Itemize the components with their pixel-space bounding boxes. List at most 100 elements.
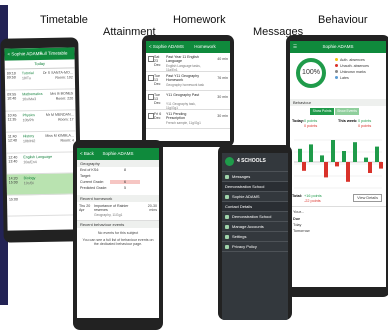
lesson-teacher: Dr S SANTA-MO... [42, 70, 73, 75]
homework-subtitle: Geography homework task [166, 83, 205, 87]
total-negative: -22 points [304, 199, 321, 203]
negative-bar [379, 162, 383, 169]
menu-item[interactable]: Settings [222, 232, 288, 242]
grade-label: End of KS4: [80, 168, 100, 172]
homework-item[interactable]: Sat 23 Dec Past Year 11 English Language E… [146, 53, 230, 72]
homework-subtitle: Y11 Geography task, 11g/Gg1 [166, 102, 196, 110]
positive-bar [331, 140, 335, 162]
attendance-ring: 100% [296, 58, 326, 88]
lesson-time: 09:10 09:50 [6, 71, 16, 80]
positive-bar [375, 146, 379, 162]
lesson-time: 12:40 13:40 [8, 155, 18, 164]
homework-title: Y11 Pending Prescription [166, 112, 187, 120]
lesson-time: 11:40 12:40 [7, 134, 18, 143]
behaviour-title: Sophie ADAMS [322, 44, 354, 49]
lesson-code: 10x/Ma3 [22, 97, 37, 102]
recent-behaviour-title: Recent behaviour events [77, 221, 159, 228]
lesson-time: 15:00 [8, 197, 19, 202]
menu-item-label: Sophie ADAMS [232, 194, 260, 199]
timetable-row[interactable]: 14:20 15:00 Biology 10c/Bi [6, 173, 77, 196]
homework-title: Past Y11 Geography Homework [166, 74, 200, 82]
homework-title: Importance of Rainier reserves [94, 204, 129, 212]
recent-homework-title: Recent homework [77, 195, 159, 202]
tab-show-points[interactable]: Show Points [310, 108, 334, 115]
homework-list: Sat 23 Dec Past Year 11 English Language E… [146, 53, 230, 129]
schools-logo-icon [225, 157, 234, 166]
homework-date: Fri 6 Dec [154, 112, 162, 120]
behaviour-note: You can see a full list of behaviour eve… [82, 238, 154, 246]
today-positive: 0 points [304, 119, 318, 123]
grade-row: Predicted Grade: 5 [80, 186, 156, 192]
menu-section-header: Contact Details [222, 202, 288, 212]
timetable-row[interactable]: 11:40 12:40 History 10b/Hi2 Miss M KIMBLA..… [5, 131, 77, 154]
lesson-subject: Tutorial [21, 71, 34, 76]
menu-item-icon [225, 215, 229, 219]
homework-row[interactable]: Thu 20 Apr Importance of Rainier reserve… [77, 202, 159, 221]
behaviour-tabs: Show Points Show Events [290, 106, 386, 118]
positive-bar [298, 148, 302, 162]
timetable-row[interactable]: 10:45 11:35 Physics 10b/Ph Mr M MENDAN... Ro… [5, 110, 76, 133]
grade-label: Target: [80, 174, 91, 178]
timetable-phone: < Sophie ADAMS Full Timetable Today 09:1… [0, 37, 82, 243]
menu-item-label: Privacy Policy [232, 244, 257, 249]
your-section: Your... [290, 206, 386, 216]
attendance-panel: 100% Auth. absences Unauth. absences Unkno… [290, 53, 386, 99]
menu-item-label: Messages [232, 174, 251, 179]
homework-date: Tue 13 Dec [154, 93, 161, 105]
homework-item[interactable]: Fri 6 Dec Y11 Pending Prescription French … [146, 110, 230, 129]
timetable-row[interactable]: 09:55 10:40 Mathematics 10x/Ma3 Mrs B BONES… [5, 89, 76, 112]
lesson-code: 10b/Ph [22, 118, 35, 123]
total-row: Total: +16 points -22 points View Detail… [290, 192, 386, 206]
timetable-row[interactable]: 12:40 13:40 English Language 10a/En4 [6, 152, 77, 175]
lesson-teacher: Mr M MENDAN... [45, 112, 74, 117]
menu-item-label: Manage Accounts [232, 224, 264, 229]
homework-item[interactable]: Tue 13 Dec Y11 Geography Past Y11 Geograph… [146, 91, 230, 110]
timetable-header: < Sophie ADAMS Full Timetable [4, 47, 75, 61]
timetable-row[interactable]: 09:10 09:50 Tutorial 10/Tu Dr S SANTA-MO...… [4, 68, 76, 91]
day-label: Today [34, 60, 46, 67]
attendance-legend: Auth. absences Unauth. absences Unknown ma… [335, 57, 369, 81]
view-details-button[interactable]: View Details [353, 194, 382, 202]
lesson-code: 10/Tu [21, 76, 32, 81]
tomorrow-due: Tomorrow [293, 229, 310, 233]
tab-show-events[interactable]: Show Events [335, 108, 359, 115]
behaviour-chart [294, 139, 383, 189]
homework-title: Homework [194, 44, 216, 49]
homework-duration: 76 min [217, 76, 228, 80]
timetable-title: Full Timetable [39, 50, 68, 57]
legend-label: Auth. absences [340, 58, 365, 62]
homework-date: Sat 23 Dec [154, 55, 161, 67]
menu-item[interactable]: Privacy Policy [222, 242, 288, 252]
legend-swatch [335, 70, 338, 73]
subject-title: Geography [77, 160, 159, 167]
menu-item-icon [225, 195, 229, 199]
grade-table: End of KS4: 8 Target: Current Grade: 6 Predic… [77, 167, 159, 193]
positive-bar [309, 144, 313, 162]
behaviour-section-title: Behaviour [290, 99, 386, 106]
behaviour-header: ☰ Sophie ADAMS [290, 41, 386, 53]
positive-bar [342, 151, 346, 162]
lesson-room: Room: 102 [55, 75, 73, 80]
lesson-subject: English Language [23, 154, 53, 160]
lesson-room: Room: 220 [55, 96, 74, 101]
menu-item[interactable]: Messages [222, 172, 288, 182]
lesson-subject: Mathematics [22, 91, 43, 97]
back-button[interactable]: < Sophie ADAMS [149, 41, 184, 53]
lesson-teacher: Miss M KIMBLA... [45, 133, 74, 138]
homework-title: Past Year 11 English Language [166, 55, 199, 63]
menu-item[interactable]: Manage Accounts [222, 222, 288, 232]
grade-label: Predicted Grade: [80, 186, 108, 190]
timetable-row[interactable]: 15:00 [6, 194, 78, 217]
attendance-percent: 100% [302, 69, 320, 76]
timetable-list: 09:10 09:50 Tutorial 10/Tu Dr S SANTA-MO...… [4, 68, 78, 217]
schools-logo-text: 4 SCHOOLS [237, 158, 266, 164]
menu-item-icon [225, 175, 229, 179]
legend-label: Unauth. absences [340, 64, 369, 68]
menu-header: 4 SCHOOLS [222, 153, 288, 172]
homework-subtitle: French sample, 11g/Gg1 [166, 121, 201, 125]
homework-item[interactable]: Tue 13 Dec Past Y11 Geography Homework Geo… [146, 72, 230, 91]
menu-item[interactable]: Sophie ADAMS [222, 192, 288, 202]
lesson-time: 14:20 15:00 [8, 176, 18, 185]
legend-label: Lates [340, 76, 349, 80]
menu-item[interactable]: Demonstration School [222, 212, 288, 222]
